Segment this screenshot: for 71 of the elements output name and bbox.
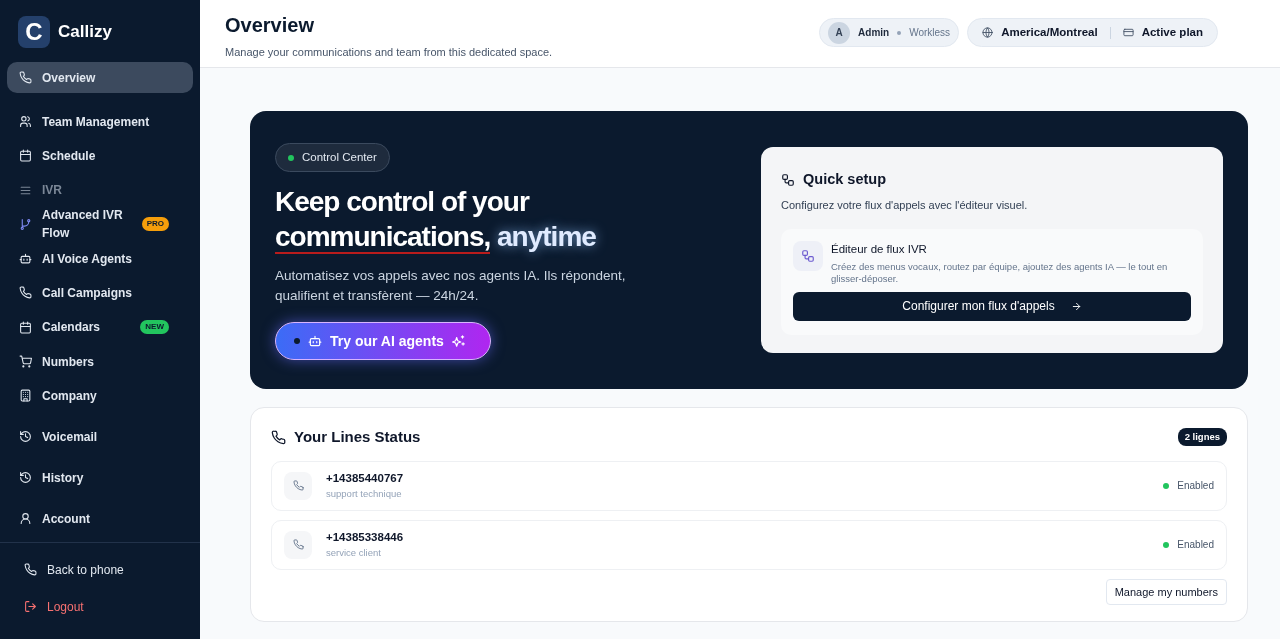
hero-text: Automatisez vos appels avec nos agents IA. Ils répondent, qualifient et transfèrent — 24h/24.	[275, 267, 627, 305]
sparkles-icon	[451, 334, 466, 348]
flow-icon	[793, 241, 823, 272]
sidebar-item[interactable]: Schedule	[7, 140, 193, 172]
configure-flow-button[interactable]: Configurer mon flux d'appels	[793, 291, 1191, 321]
building-icon	[19, 389, 32, 403]
users-icon	[19, 115, 32, 128]
editor-title: Éditeur de flux IVR	[831, 242, 928, 258]
manage-numbers-button[interactable]: Manage my numbers	[1105, 578, 1227, 605]
phone-icon	[24, 563, 37, 577]
badge: PRO	[141, 217, 169, 232]
user-pill[interactable]: A Admin Workless	[819, 18, 960, 47]
hero-headline: Keep control of your communications, anytime	[275, 185, 597, 254]
logo: C	[18, 16, 50, 48]
sidebar-item[interactable]: Advanced IVR Flow PRO	[7, 208, 193, 240]
card-subtitle: Configurez votre flux d'appels avec l'éditeur visuel.	[781, 197, 1029, 213]
sidebar-item[interactable]: Voicemail	[7, 421, 193, 453]
sidebar-item[interactable]: Team Management	[7, 106, 193, 137]
phone-icon	[271, 429, 286, 445]
timezone: America/Montreal	[1001, 24, 1098, 40]
branch-icon	[19, 217, 32, 231]
sidebar-item[interactable]: Overview	[7, 62, 193, 93]
sidebar-item[interactable]: Calendars NEW	[7, 311, 193, 343]
phone-icon	[19, 71, 32, 84]
globe-icon	[982, 27, 994, 38]
status-tag: Control Center	[275, 143, 390, 172]
org-name: Workless	[909, 26, 951, 40]
sidebar-item[interactable]: History	[7, 462, 193, 494]
robot-icon	[19, 252, 32, 266]
logout-icon	[24, 600, 37, 614]
try-ai-agents-button[interactable]: Try our AI agents	[275, 322, 491, 360]
status-text: Enabled	[1177, 538, 1214, 552]
line-label: service client	[326, 546, 382, 560]
phone-number: +14385338446	[326, 529, 404, 545]
arrow-right-icon	[1070, 300, 1082, 312]
card-title: Quick setup	[803, 170, 886, 189]
page-title: Overview	[225, 13, 315, 38]
sidebar-item[interactable]: AI Voice Agents	[7, 243, 193, 275]
robot-icon	[308, 334, 322, 348]
avatar: A	[828, 21, 851, 44]
history-icon	[19, 430, 32, 444]
separator-dot	[897, 30, 902, 35]
logout-link[interactable]: Logout	[12, 591, 193, 622]
editor-description: Créez des menus vocaux, routez par équipe, ajoutez des agents IA — le tout en glisser-déposer.	[831, 260, 1169, 285]
line-count-badge: 2 lignes	[1177, 428, 1227, 447]
calendar-icon	[19, 149, 32, 163]
brand-name: Callizy	[58, 21, 112, 44]
sidebar-item[interactable]: Back to phone	[12, 554, 193, 585]
sidebar-item[interactable]: Call Campaigns	[7, 277, 193, 309]
sidebar-item[interactable]: Numbers	[7, 346, 193, 378]
phone-icon	[284, 530, 312, 559]
sidebar-item[interactable]: Account	[7, 503, 193, 535]
calendar-icon	[19, 320, 32, 334]
plan-status: Active plan	[1141, 24, 1203, 40]
card-title: Your Lines Status	[294, 427, 421, 447]
sidebar-item[interactable]: IVR	[7, 174, 193, 206]
phone-icon	[19, 286, 32, 300]
flow-icon	[781, 172, 795, 187]
phone-icon	[284, 471, 312, 500]
cart-icon	[19, 355, 32, 369]
status-text: Enabled	[1177, 479, 1214, 493]
page-subtitle: Manage your communications and team from this dedicated space.	[225, 45, 553, 60]
user-icon	[19, 512, 32, 526]
card-icon	[1122, 27, 1134, 38]
user-role: Admin	[858, 26, 890, 40]
badge: NEW	[140, 320, 169, 335]
line-label: support technique	[326, 487, 403, 501]
sidebar-item[interactable]: Company	[7, 380, 193, 412]
phone-number: +14385440767	[326, 470, 404, 486]
history-icon	[19, 471, 32, 485]
account-pill[interactable]: America/Montreal Active plan	[967, 18, 1218, 47]
